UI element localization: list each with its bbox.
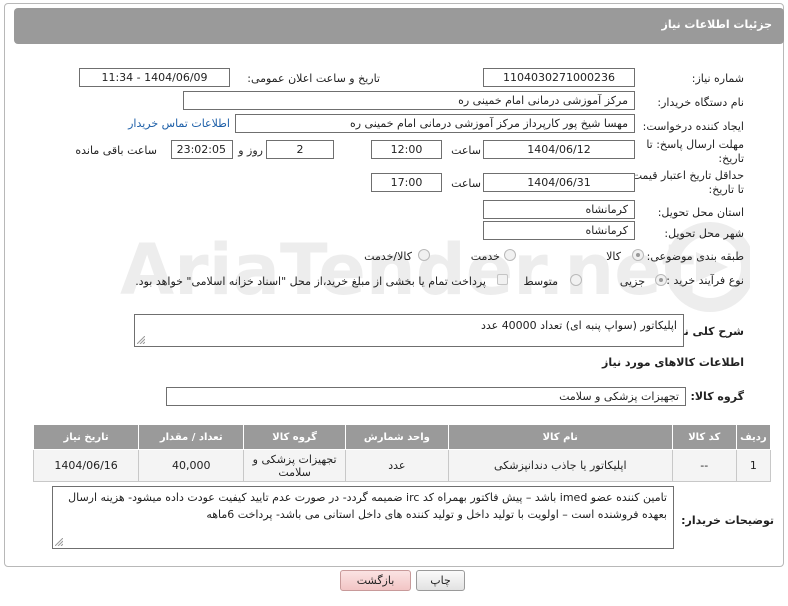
need-number-label: شماره نیاز:	[691, 72, 744, 85]
col-header-group: گروه کالا	[243, 424, 346, 450]
col-header-unit: واحد شمارش	[344, 424, 449, 450]
description-text: اپلیکاتور (سواپ پنبه ای) تعداد 40000 عدد	[480, 319, 677, 332]
cell-group: تجهیزات پزشکی و سلامت	[243, 449, 346, 482]
cell-quantity: 40,000	[138, 449, 245, 482]
description-textarea[interactable]: اپلیکاتور (سواپ پنبه ای) تعداد 40000 عدد	[134, 314, 684, 347]
col-header-row-num: ردیف	[735, 424, 772, 450]
province-field: کرمانشاه	[483, 200, 635, 219]
validity-label-line1: حداقل تاریخ اعتبار قیمت:	[628, 169, 744, 182]
process-label: نوع فرآیند خرید :	[666, 274, 744, 287]
back-button[interactable]: بازگشت	[340, 570, 411, 591]
table-row[interactable]: 1 -- اپلیکاتور یا جاذب دندانپزشکی عدد تج…	[32, 449, 772, 482]
remaining-time-field: 23:02:05	[171, 140, 233, 159]
process-radio-minor[interactable]	[655, 274, 667, 286]
category-label: طبقه بندی موضوعی:	[646, 250, 744, 263]
cell-need-date: 1404/06/16	[32, 449, 140, 482]
buyer-org-label: نام دستگاه خریدار:	[657, 96, 744, 109]
validity-date-field: 1404/06/31	[483, 173, 635, 192]
deadline-label-line1: مهلت ارسال پاسخ: تا	[646, 138, 744, 151]
need-number-field: 1104030271000236	[483, 68, 635, 87]
buyer-notes-textarea[interactable]: تامین کننده عضو imed باشد – پیش فاکتور ب…	[52, 486, 674, 549]
col-header-quantity: تعداد / مقدار	[138, 424, 245, 450]
announce-date-label: تاریخ و ساعت اعلان عمومی:	[247, 72, 380, 85]
panel-header: جزئیات اطلاعات نیاز	[14, 8, 784, 44]
process-radio-medium[interactable]	[570, 274, 582, 286]
process-option-medium: متوسط	[523, 275, 558, 288]
buyer-notes-text: تامین کننده عضو imed باشد – پیش فاکتور ب…	[68, 491, 667, 521]
province-label: استان محل تحویل:	[657, 206, 744, 219]
print-button[interactable]: چاپ	[416, 570, 465, 591]
page-title: جزئیات اطلاعات نیاز	[661, 18, 773, 31]
category-radio-service[interactable]	[504, 249, 516, 261]
goods-section-title: اطلاعات کالاهای مورد نیاز	[602, 356, 744, 369]
cell-name: اپلیکاتور یا جاذب دندانپزشکی	[447, 449, 673, 482]
creator-field: مهسا شیخ پور کارپرداز مرکز آموزشی درمانی…	[235, 114, 635, 133]
remaining-time-label: ساعت باقی مانده	[75, 144, 157, 157]
deadline-time-field: 12:00	[371, 140, 442, 159]
creator-label: ایجاد کننده درخواست:	[642, 120, 744, 133]
category-option-service: خدمت	[470, 250, 500, 263]
process-option-minor: جزیی	[619, 275, 645, 288]
validity-label-line2: تا تاریخ:	[708, 183, 744, 196]
buyer-notes-label: توضیحات خریدار:	[681, 514, 774, 527]
resize-grip-icon[interactable]	[137, 336, 145, 344]
category-radio-goods-service[interactable]	[418, 249, 430, 261]
category-option-goods-service: کالا/خدمت	[364, 250, 412, 263]
announce-date-field: 1404/06/09 - 11:34	[79, 68, 230, 87]
city-field: کرمانشاه	[483, 221, 635, 240]
city-label: شهر محل تحویل:	[664, 227, 744, 240]
goods-table: ردیف کد کالا نام کالا واحد شمارش گروه کا…	[32, 424, 772, 482]
category-option-goods: کالا	[606, 250, 621, 263]
validity-time-label: ساعت	[451, 177, 481, 190]
goods-group-label: گروه کالا:	[690, 390, 744, 403]
treasury-payment-note: پرداخت تمام یا بخشی از مبلغ خرید،از محل …	[135, 275, 486, 288]
col-header-name: نام کالا	[447, 424, 673, 450]
deadline-time-label: ساعت	[451, 144, 481, 157]
goods-group-field: تجهیزات پزشکی و سلامت	[166, 387, 686, 406]
category-radio-goods[interactable]	[632, 249, 644, 261]
treasury-payment-checkbox[interactable]	[497, 274, 508, 285]
cell-unit: عدد	[344, 449, 449, 482]
buyer-contact-link[interactable]: اطلاعات تماس خریدار	[128, 117, 230, 130]
validity-time-field: 17:00	[371, 173, 442, 192]
deadline-label-line2: تاریخ:	[718, 152, 744, 165]
deadline-date-field: 1404/06/12	[483, 140, 635, 159]
resize-grip-icon[interactable]	[55, 538, 63, 546]
days-label: روز و	[238, 144, 263, 157]
buyer-org-field: مرکز آموزشی درمانی امام خمینی ره	[183, 91, 635, 110]
table-header-row: ردیف کد کالا نام کالا واحد شمارش گروه کا…	[32, 424, 772, 450]
cell-row-num: 1	[735, 449, 772, 482]
days-remaining-field: 2	[266, 140, 334, 159]
col-header-need-date: تاریخ نیاز	[32, 424, 140, 450]
cell-code: --	[671, 449, 737, 482]
col-header-code: کد کالا	[671, 424, 737, 450]
